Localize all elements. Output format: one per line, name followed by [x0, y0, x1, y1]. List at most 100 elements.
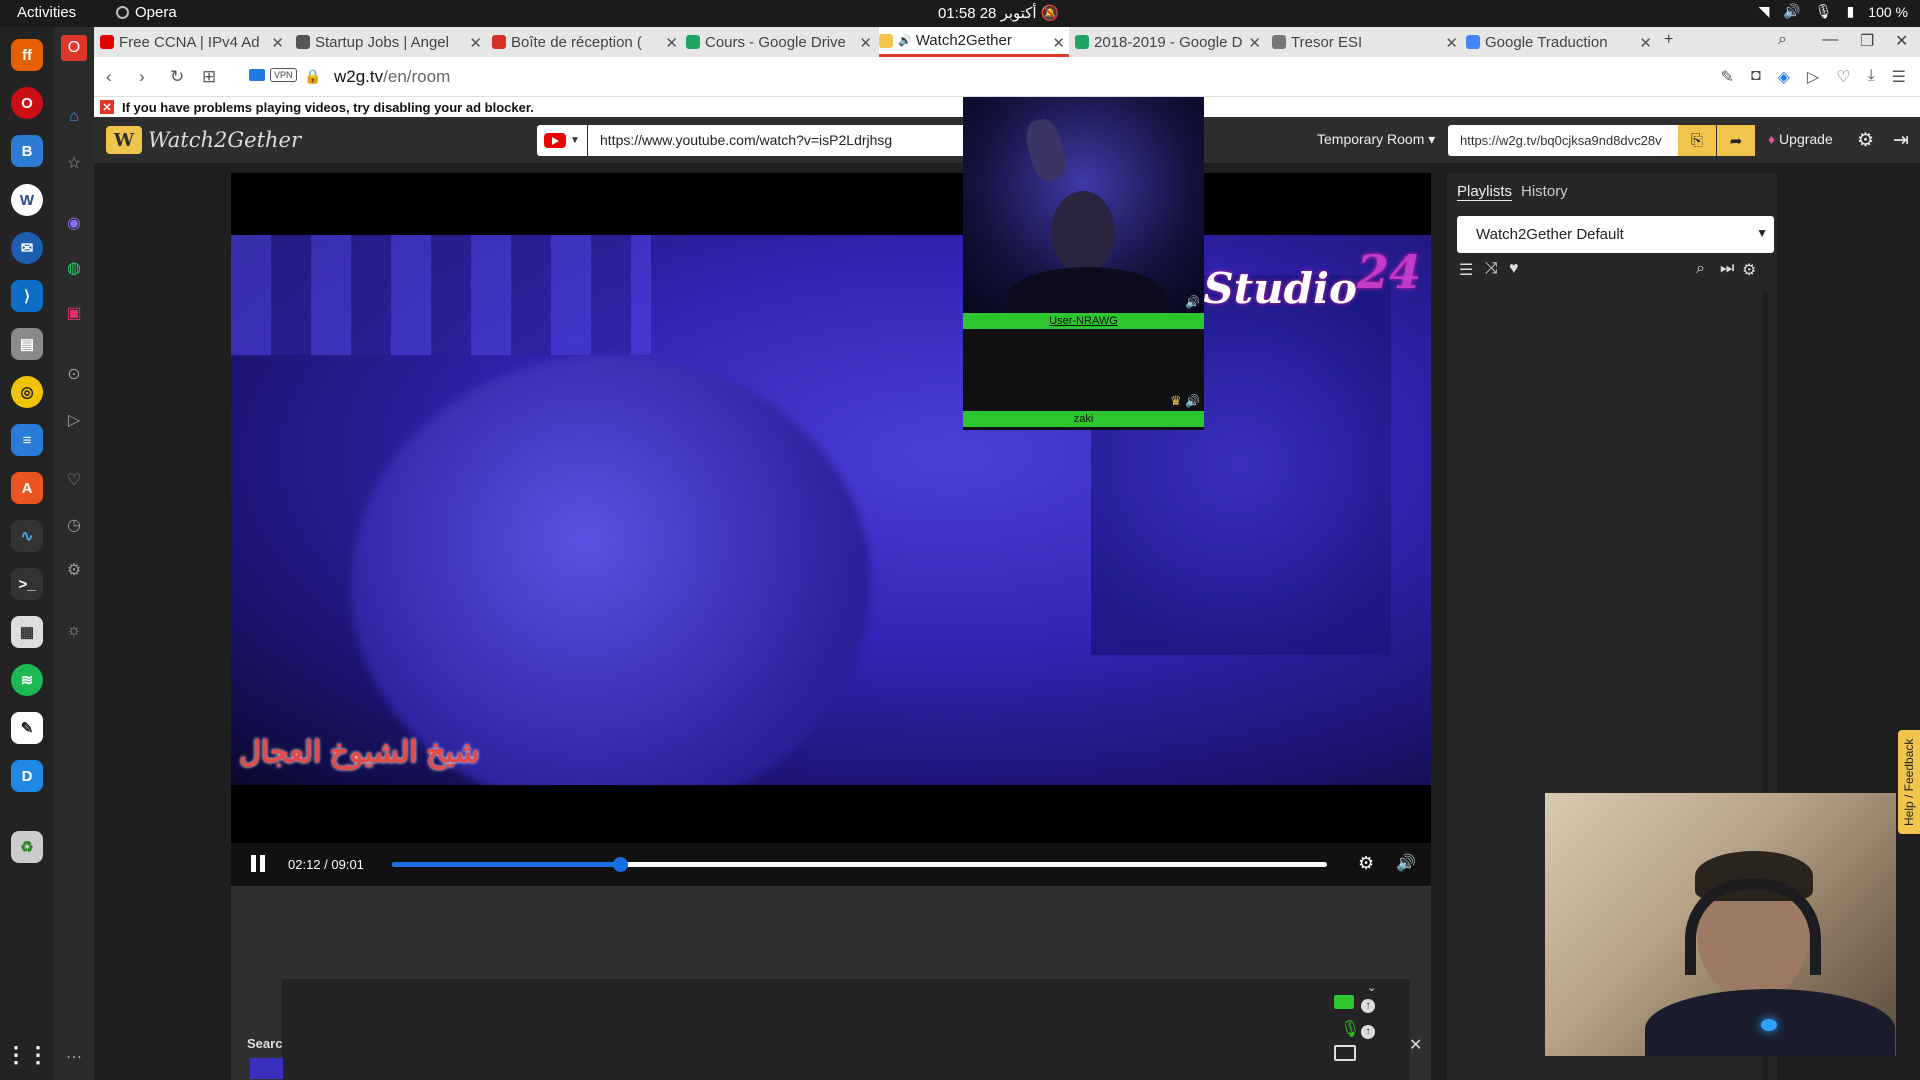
room-menu[interactable]: Temporary Room ▾: [1317, 131, 1435, 148]
bookmarks-icon[interactable]: ☆: [64, 153, 84, 173]
tab-angel[interactable]: Startup Jobs | Angel ✕: [296, 27, 486, 57]
tab-translate[interactable]: Google Traduction ✕: [1466, 27, 1656, 57]
share-url-field[interactable]: https://w2g.tv/bq0cjksa9nd8dvc28v: [1448, 125, 1678, 156]
camera-icon[interactable]: [1334, 995, 1354, 1009]
back-icon[interactable]: ‹: [106, 67, 112, 87]
forward-icon[interactable]: ›: [139, 67, 145, 87]
tab-tresor[interactable]: Tresor ESI ✕: [1272, 27, 1462, 57]
close-tab-icon[interactable]: ✕: [859, 34, 872, 52]
download-icon[interactable]: ⤓: [1868, 67, 1875, 87]
close-tab-icon[interactable]: ✕: [271, 34, 284, 52]
new-tab-icon[interactable]: +: [1664, 31, 1673, 49]
reload-icon[interactable]: ↻: [170, 67, 184, 87]
lock-icon[interactable]: 🔒: [304, 68, 321, 85]
inkscape-icon[interactable]: ✎: [11, 712, 43, 744]
history-icon[interactable]: ◷: [64, 515, 84, 535]
rhythmbox-icon[interactable]: ◎: [11, 376, 43, 408]
home-icon[interactable]: ⌂: [64, 107, 84, 127]
tab-sheets[interactable]: 2018-2019 - Google D ✕: [1075, 27, 1265, 57]
video-player[interactable]: Studio24 شيخ الشيوخ العجال 02:12 / 09:01…: [231, 173, 1431, 886]
url-field[interactable]: w2g.tv/en/room: [334, 67, 450, 87]
shuffle-icon[interactable]: ⤨: [1485, 260, 1498, 278]
remote-webcam[interactable]: 🔊: [963, 97, 1204, 313]
software-icon[interactable]: A: [11, 472, 43, 504]
restore-icon[interactable]: ❐: [1860, 31, 1874, 51]
lightbulb-icon[interactable]: ☼: [64, 621, 84, 641]
send-icon[interactable]: ▷: [1807, 67, 1819, 87]
easy-setup-icon[interactable]: ☰: [1892, 67, 1906, 87]
system-tray[interactable]: ◥ 🔊 🎙 ▮ 100 %: [1759, 3, 1908, 20]
local-webcam[interactable]: [1545, 793, 1896, 1056]
screenshot-icon[interactable]: ▦: [11, 616, 43, 648]
clock[interactable]: 01:58 28 أكتوبر 🔕: [938, 4, 1059, 22]
close-tab-icon[interactable]: ✕: [1248, 34, 1261, 52]
trash-icon[interactable]: ♻: [11, 831, 43, 863]
bookmark-heart-icon[interactable]: ♡: [1836, 67, 1850, 87]
copy-link-button[interactable]: ⎘: [1678, 125, 1716, 156]
webcam-username[interactable]: zaki: [963, 411, 1204, 427]
microphone-icon[interactable]: 🎙: [1340, 1019, 1360, 1039]
webcam-username[interactable]: User-NRAWG: [963, 313, 1204, 329]
close-tab-icon[interactable]: ✕: [1445, 34, 1458, 52]
close-window-icon[interactable]: ✕: [1895, 31, 1908, 51]
provider-select[interactable]: ▼: [537, 125, 587, 156]
tab-search-icon[interactable]: ⌕: [1778, 31, 1787, 49]
activities-button[interactable]: Activities: [17, 4, 76, 21]
player-icon[interactable]: ⊙: [64, 364, 84, 384]
messenger-icon[interactable]: ◉: [64, 213, 84, 233]
minimize-icon[interactable]: —: [1822, 31, 1838, 49]
speaker-icon[interactable]: 🔊: [1185, 295, 1200, 309]
screen-share-icon[interactable]: [1334, 1045, 1356, 1061]
tab-ccna[interactable]: Free CCNA | IPv4 Ad ✕: [100, 27, 288, 57]
share-button[interactable]: ➦: [1717, 125, 1755, 156]
heart-icon[interactable]: ♡: [64, 470, 84, 490]
edit-icon[interactable]: ✎: [1721, 67, 1734, 87]
exit-icon[interactable]: ⇥: [1893, 129, 1909, 152]
close-tab-icon[interactable]: ✕: [1639, 34, 1652, 52]
tab-drive[interactable]: Cours - Google Drive ✕: [686, 27, 876, 57]
files-icon[interactable]: ▤: [11, 328, 43, 360]
chevron-down-icon[interactable]: ⌄: [1367, 981, 1376, 994]
help-feedback-tab[interactable]: Help / Feedback: [1898, 730, 1920, 834]
thunderbird-icon[interactable]: ✉: [11, 232, 43, 264]
brave-icon[interactable]: B: [11, 135, 43, 167]
skip-icon[interactable]: ⏭: [1720, 260, 1734, 278]
mic-options-icon[interactable]: ↑: [1361, 1025, 1375, 1039]
upgrade-button[interactable]: ♦ Upgrade: [1768, 131, 1833, 147]
progress-bar[interactable]: [392, 857, 1327, 872]
close-warning-icon[interactable]: ✕: [100, 100, 114, 114]
video-frame[interactable]: Studio24 شيخ الشيوخ العجال: [231, 235, 1431, 785]
close-tab-icon[interactable]: ✕: [1052, 34, 1065, 52]
more-icon[interactable]: ⋯: [64, 1047, 84, 1067]
tab-watch2gether[interactable]: 🔊 Watch2Gether ✕: [879, 27, 1069, 57]
playlist-settings-icon[interactable]: ⚙: [1742, 260, 1756, 280]
tab-history[interactable]: History: [1521, 183, 1568, 201]
tab-playlists[interactable]: Playlists: [1457, 183, 1513, 201]
settings-icon[interactable]: ⚙: [64, 560, 84, 580]
spotify-icon[interactable]: ≋: [11, 664, 43, 696]
tab-gmail[interactable]: Boîte de réception (✕: [492, 27, 682, 57]
w2g-logo[interactable]: W Watch2Gether: [106, 126, 301, 154]
close-tab-icon[interactable]: ✕: [665, 34, 678, 52]
search-icon[interactable]: ⌕: [1696, 260, 1705, 278]
heart-icon[interactable]: ♥: [1509, 260, 1519, 278]
progress-handle[interactable]: [613, 857, 629, 872]
playlist-select[interactable]: Watch2Gether Default ▼: [1457, 216, 1774, 253]
send-icon[interactable]: ▷: [64, 410, 84, 430]
player-settings-icon[interactable]: ⚙: [1358, 853, 1374, 874]
pause-icon[interactable]: [251, 855, 265, 872]
firefox-icon[interactable]: ff: [11, 39, 43, 71]
video-popout-icon[interactable]: [249, 69, 265, 81]
terminal-icon[interactable]: >_: [11, 568, 43, 600]
app-menu[interactable]: Opera: [116, 4, 177, 21]
writer-icon[interactable]: ≡: [11, 424, 43, 456]
opera-dock-icon[interactable]: O: [11, 87, 43, 119]
instagram-icon[interactable]: ▣: [64, 303, 84, 323]
show-apps-icon[interactable]: ⋮⋮: [5, 1039, 49, 1071]
snapshot-icon[interactable]: ◘: [1751, 67, 1761, 87]
speaker-icon[interactable]: 🔊: [1185, 394, 1200, 408]
list-icon[interactable]: ☰: [1459, 260, 1473, 280]
search-result-thumbnail[interactable]: [250, 1058, 283, 1079]
system-monitor-icon[interactable]: ∿: [11, 520, 43, 552]
app-icon[interactable]: D: [11, 760, 43, 792]
